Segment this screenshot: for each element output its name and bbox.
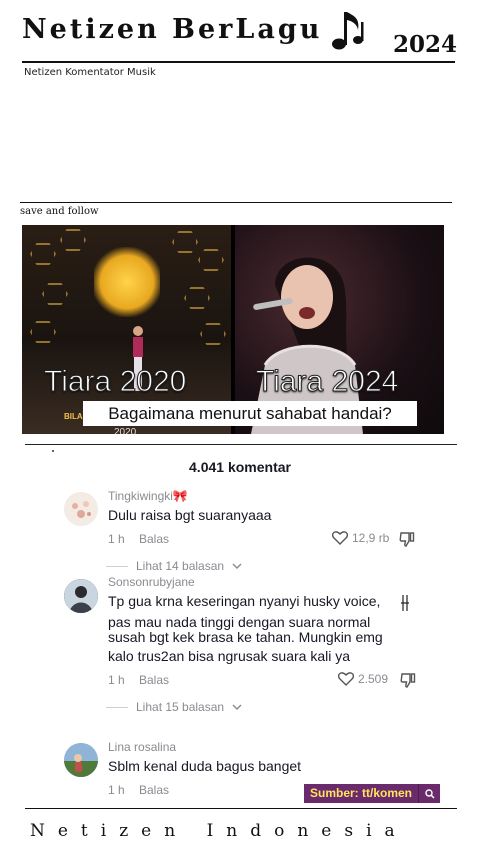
save-follow-text: save and follow [20,206,99,217]
stage-hex-decoration [184,287,210,309]
like-button[interactable]: 12,9 rb [332,530,389,545]
comment-time: 1 h [108,532,125,546]
heart-icon [338,672,354,686]
dislike-icon[interactable] [399,531,415,547]
stage-hex-decoration [172,231,198,253]
avatar[interactable] [64,492,98,526]
section-divider [20,202,452,203]
brand-title: Netizen BerLagu [22,14,323,45]
footer-brand: Netizen Indonesia [30,821,408,841]
text-cursor-icon [401,595,409,611]
avatar[interactable] [64,743,98,777]
comment-count: 4.041 komentar [189,459,291,475]
comment-text-line: susah bgt kek brasa ke tahan. Mungkin em… [108,629,383,645]
stage-hex-decoration [60,229,86,251]
comments-divider [25,444,457,445]
like-button[interactable]: 2.509 [338,671,388,686]
comment-username[interactable]: Sonsonrubyjane [108,575,195,589]
comment-time: 1 h [108,673,125,687]
like-count: 2.509 [358,671,389,686]
stage-hex-decoration [30,243,56,265]
source-label: Sumber: tt/komen [304,784,419,803]
broadcast-caption: BILA [64,412,83,421]
source-badge[interactable]: Sumber: tt/komen [304,784,441,803]
chevron-down-icon [232,563,242,569]
comment-text: Dulu raisa bgt suaranyaaa [108,507,272,523]
comment-username[interactable]: Tingkiwingki🎀 [108,489,188,503]
header-divider [22,61,455,63]
comment-text-line: kalo trus2an bisa ngrusak suara kali ya [108,648,351,664]
view-replies-button[interactable]: Lihat 14 balasan [106,559,242,573]
footer-divider [25,808,457,809]
question-caption: Bagaimana menurut sahabat handai? [83,401,417,426]
comment-text-line: Tp gua krna keseringan nyanyi husky voic… [108,593,381,609]
stage-hex-decoration [30,321,56,343]
right-video-label: Tiara 2024 [255,365,399,399]
brand-year: 2024 [393,31,458,58]
stage-hex-decoration [198,249,224,271]
like-count: 12,9 rb [352,530,390,545]
stage-hex-decoration [200,323,226,345]
music-note-icon [332,12,364,50]
reply-button[interactable]: Balas [139,783,169,797]
stage-hex-decoration [42,283,68,305]
search-icon[interactable] [418,784,441,803]
dot-mark [52,450,54,452]
view-replies-label: Lihat 14 balasan [136,559,225,573]
reply-button[interactable]: Balas [139,532,169,546]
heart-icon [332,531,348,545]
left-video-label: Tiara 2020 [43,365,187,399]
dislike-icon[interactable] [400,672,416,688]
brand-subtitle: Netizen Komentator Musik [24,67,156,78]
replies-line [106,706,128,708]
view-replies-label: Lihat 15 balasan [136,700,225,714]
stage-light [94,247,160,317]
caption-year-fragment: 2020 [114,427,137,434]
reply-button[interactable]: Balas [139,673,169,687]
chevron-down-icon [232,704,242,710]
avatar[interactable] [64,579,98,613]
replies-line [106,565,128,567]
comment-text: Sblm kenal duda bagus banget [108,758,302,774]
comment-time: 1 h [108,783,125,797]
comment-username[interactable]: Lina rosalina [108,740,176,754]
video-thumbnail[interactable]: BILA 2020 Tiara 2020 Tiara 2024 Bagaiman… [22,225,444,434]
view-replies-button[interactable]: Lihat 15 balasan [106,700,242,714]
